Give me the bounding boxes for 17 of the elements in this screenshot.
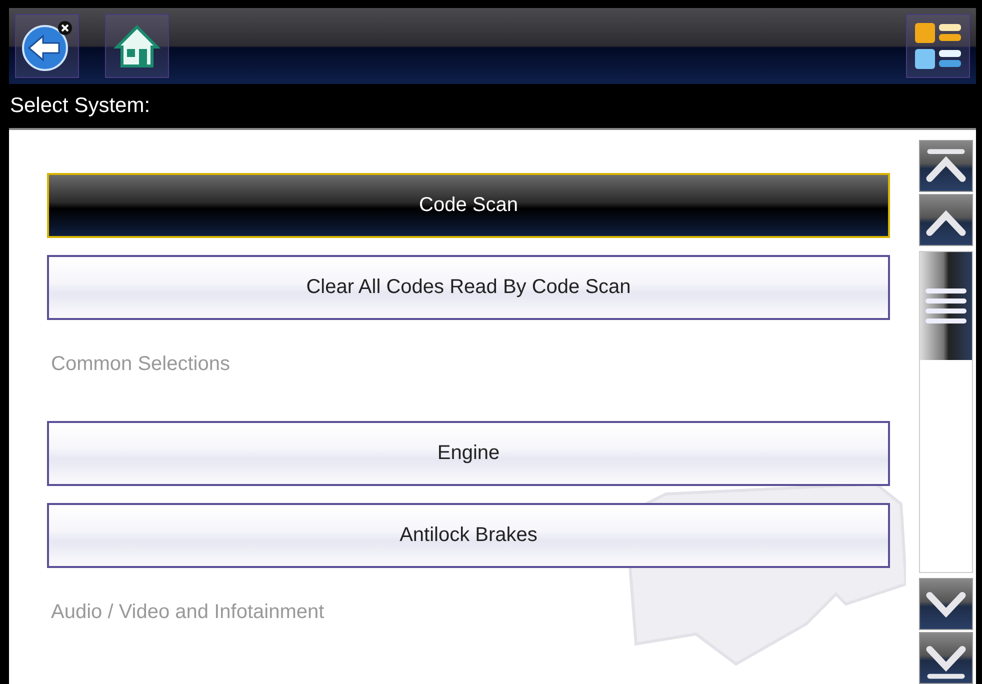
scroll-up-button[interactable] <box>919 194 973 246</box>
layout-button[interactable] <box>906 14 970 78</box>
system-button[interactable]: Clear All Codes Read By Code Scan <box>47 255 890 320</box>
back-button[interactable] <box>15 14 79 78</box>
section-heading: Common Selections <box>51 353 230 376</box>
scroll-down-button[interactable] <box>919 578 973 630</box>
screen-title: Select System: <box>9 94 150 118</box>
scroll-top-button[interactable] <box>919 140 973 192</box>
system-button[interactable]: Code Scan <box>47 173 890 238</box>
section-heading: Audio / Video and Infotainment <box>51 601 324 624</box>
home-icon <box>113 23 161 69</box>
scroll-thumb[interactable] <box>920 252 972 360</box>
home-button[interactable] <box>105 14 169 78</box>
scroll-bottom-button[interactable] <box>919 632 973 684</box>
back-arrow-icon <box>19 18 75 74</box>
system-button[interactable]: Antilock Brakes <box>47 503 890 568</box>
system-button[interactable]: Engine <box>47 421 890 486</box>
